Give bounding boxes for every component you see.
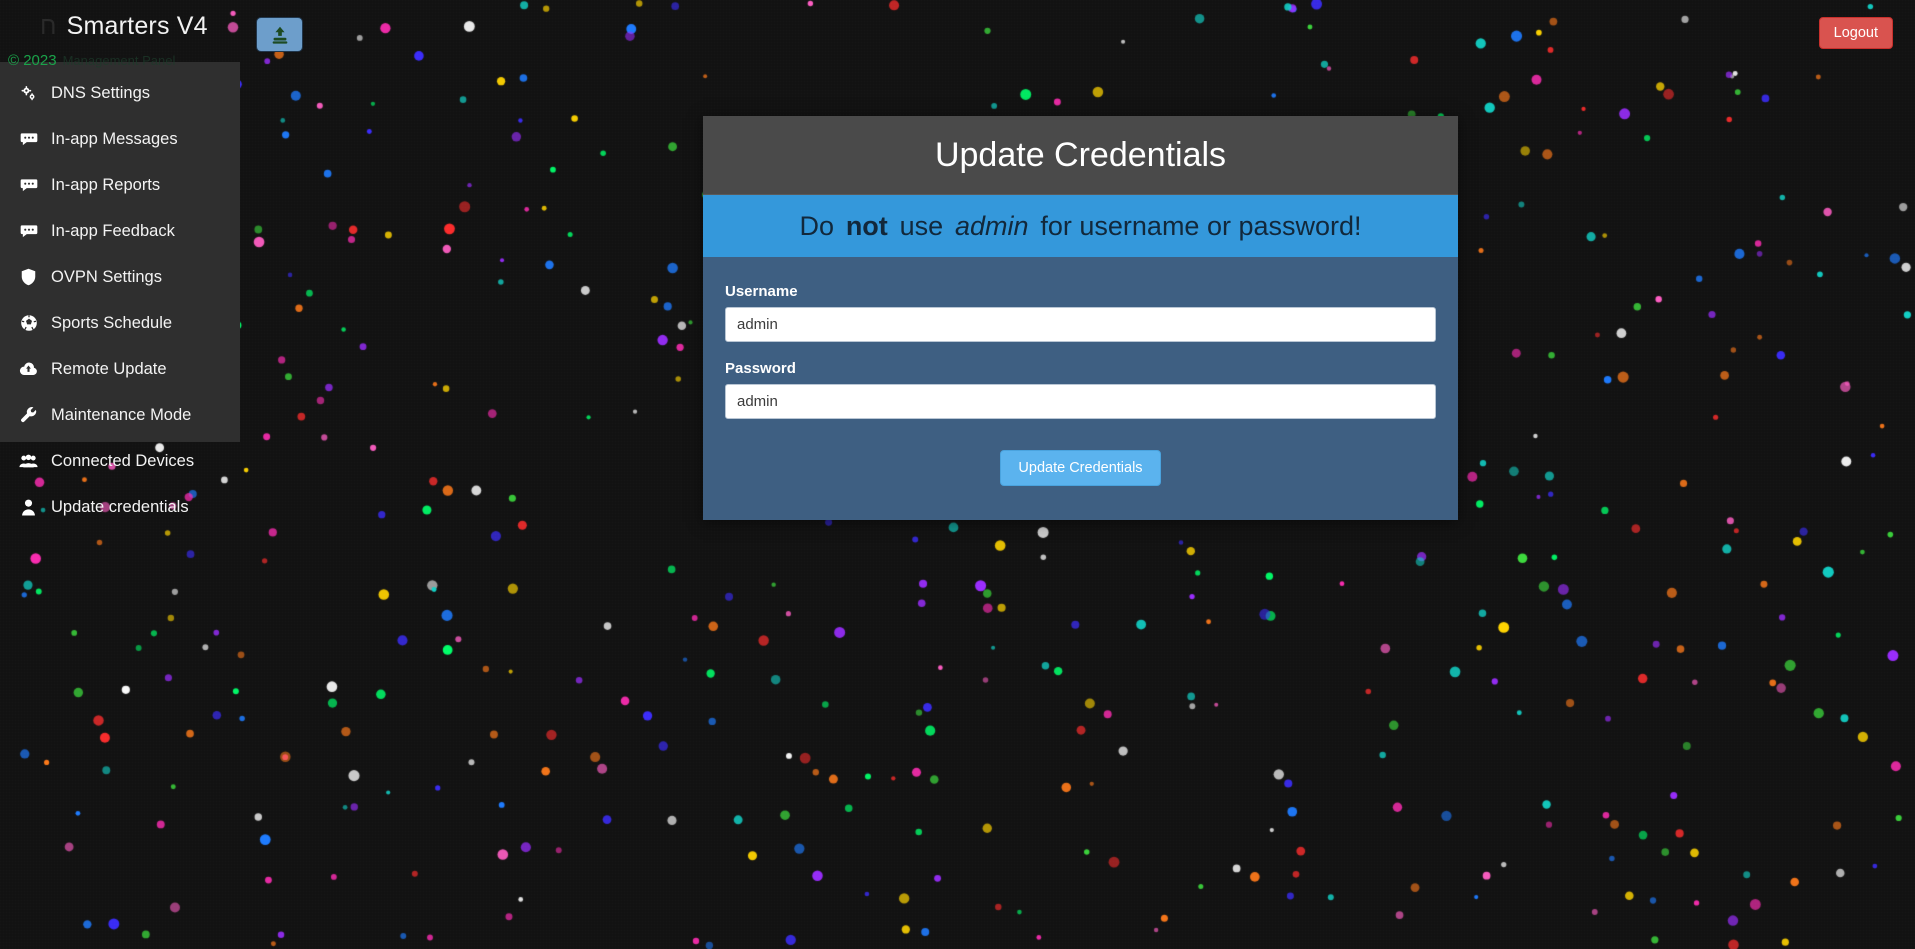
- sidebar-item-sports-schedule[interactable]: Sports Schedule: [0, 300, 240, 346]
- comment-icon: [19, 176, 38, 194]
- sidebar-item-in-app-reports[interactable]: In-app Reports: [0, 162, 240, 208]
- warning-text-part1: Do: [799, 210, 834, 241]
- upload-icon: [272, 26, 287, 44]
- update-credentials-card: Update Credentials Do not use admin for …: [703, 116, 1458, 520]
- sidebar-item-label: DNS Settings: [51, 83, 151, 102]
- field-spacer: [725, 342, 1436, 360]
- update-credentials-button[interactable]: Update Credentials: [1000, 450, 1161, 486]
- soccer-ball-icon: [19, 314, 38, 332]
- users-icon: [19, 453, 38, 469]
- sidebar-item-label: Maintenance Mode: [51, 405, 192, 424]
- sidebar-item-label: In-app Feedback: [51, 221, 175, 240]
- card-title: Update Credentials: [703, 116, 1458, 195]
- app-root: ח Smarters V4 Logout © 2023 Management P…: [0, 0, 1915, 949]
- comment-icon: [19, 130, 38, 148]
- brand-title-text: Smarters V4: [66, 12, 208, 40]
- top-bar: ח Smarters V4 Logout: [0, 0, 1915, 62]
- upload-icon-button[interactable]: [256, 17, 303, 52]
- user-icon: [19, 499, 38, 516]
- shield-icon: [19, 268, 38, 286]
- sidebar-item-update-credentials[interactable]: Update credentials: [0, 484, 240, 530]
- wrench-icon: [19, 406, 38, 424]
- password-input[interactable]: [725, 384, 1436, 419]
- logout-button[interactable]: Logout: [1818, 17, 1893, 49]
- brand-title-prefix: ח: [40, 12, 57, 40]
- copyright-note: Management Panel: [62, 52, 176, 68]
- cloud-upload-icon: [19, 361, 38, 377]
- sidebar-item-remote-update[interactable]: Remote Update: [0, 346, 240, 392]
- copyright-year: © 2023: [8, 51, 57, 69]
- sidebar-item-label: In-app Messages: [51, 129, 178, 148]
- sidebar-item-label: Remote Update: [51, 359, 167, 378]
- password-label: Password: [725, 360, 796, 377]
- cogs-icon: [19, 85, 38, 102]
- warning-text-italic: admin: [955, 210, 1029, 241]
- username-input[interactable]: [725, 307, 1436, 342]
- sidebar-item-label: OVPN Settings: [51, 267, 162, 286]
- admin-warning-banner: Do not use admin for username or passwor…: [703, 195, 1458, 257]
- sidebar-item-label: Connected Devices: [51, 451, 195, 470]
- warning-text-part2: use: [899, 210, 944, 241]
- sidebar-item-in-app-feedback[interactable]: In-app Feedback: [0, 208, 240, 254]
- sidebar-item-maintenance-mode[interactable]: Maintenance Mode: [0, 392, 240, 438]
- sidebar-item-label: In-app Reports: [51, 175, 161, 194]
- comment-icon: [19, 222, 38, 240]
- sidebar-item-ovpn-settings[interactable]: OVPN Settings: [0, 254, 240, 300]
- sidebar-item-label: Sports Schedule: [51, 313, 173, 332]
- brand-title: ח Smarters V4: [40, 12, 208, 41]
- sidebar-item-label: Update credentials: [51, 497, 189, 516]
- copyright-strip: © 2023 Management Panel: [0, 48, 240, 72]
- credentials-form: Username Password Update Credentials: [703, 257, 1458, 520]
- sidebar: DNS Settings In-app Messages In-app Repo…: [0, 62, 240, 516]
- sidebar-item-connected-devices[interactable]: Connected Devices: [0, 438, 240, 484]
- submit-row: Update Credentials: [725, 450, 1436, 486]
- warning-text-bold: not: [845, 210, 888, 241]
- logout-button-label: Logout: [1833, 25, 1878, 41]
- username-label: Username: [725, 283, 798, 300]
- sidebar-item-in-app-messages[interactable]: In-app Messages: [0, 116, 240, 162]
- warning-text-part3: for username or password!: [1040, 210, 1362, 241]
- sidebar-item-dns-settings[interactable]: DNS Settings: [0, 70, 240, 116]
